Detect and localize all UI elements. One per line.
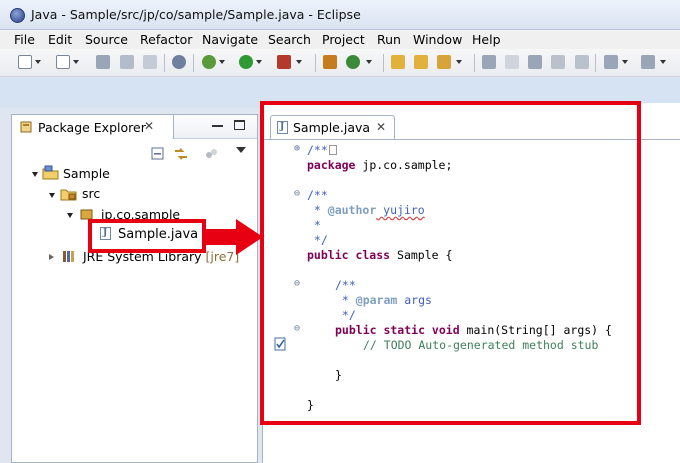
eclipse-icon <box>10 8 25 23</box>
new-icon[interactable] <box>18 55 32 69</box>
close-icon[interactable]: ✕ <box>144 119 154 133</box>
menu-refactor[interactable]: Refactor <box>140 32 192 47</box>
tree-item-src[interactable]: src <box>82 186 100 201</box>
package-twisty[interactable] <box>67 213 73 218</box>
window-title: Java - Sample/src/jp/co/sample/Sample.ja… <box>31 7 361 22</box>
menu-search[interactable]: Search <box>268 32 311 47</box>
menu-edit[interactable]: Edit <box>48 32 72 47</box>
annotation-icon[interactable] <box>482 55 496 69</box>
library-twisty[interactable] <box>49 254 54 260</box>
menu-source[interactable]: Source <box>85 32 128 47</box>
package-explorer-icon <box>20 121 32 133</box>
main-toolbar <box>0 49 680 77</box>
tree-item-sample-java[interactable]: Sample.java <box>118 227 198 242</box>
back-icon[interactable] <box>641 55 655 69</box>
menu-window[interactable]: Window <box>413 32 462 47</box>
next-annotation-icon[interactable] <box>604 55 618 69</box>
print-icon[interactable] <box>143 55 157 69</box>
external-tools-icon[interactable] <box>277 55 291 69</box>
highlight-arrow-head <box>236 219 263 255</box>
package-explorer-view: Package Explorer ✕ Sample src jp.co.samp… <box>11 114 258 463</box>
src-twisty[interactable] <box>49 193 55 198</box>
toggle-mark-icon[interactable] <box>505 55 519 69</box>
block-selection-icon[interactable] <box>528 55 542 69</box>
search-tool-icon[interactable] <box>437 55 451 69</box>
menu-navigate[interactable]: Navigate <box>202 32 258 47</box>
link-editor-icon[interactable] <box>173 146 189 162</box>
debug-icon[interactable] <box>202 55 216 69</box>
menu-run[interactable]: Run <box>377 32 401 47</box>
menu-file[interactable]: File <box>14 32 35 47</box>
tree-item-project[interactable]: Sample <box>63 166 110 181</box>
open-task-icon[interactable] <box>414 55 428 69</box>
source-folder-icon <box>60 189 77 201</box>
library-suffix: [jre7] <box>205 249 240 264</box>
package-explorer-tab-label: Package Explorer <box>38 120 146 135</box>
new-java-project-icon[interactable] <box>323 55 337 69</box>
show-whitespace-icon[interactable] <box>575 55 589 69</box>
open-type-icon[interactable] <box>391 55 405 69</box>
new-wizard-icon[interactable] <box>56 55 70 69</box>
focus-icon[interactable] <box>204 147 218 161</box>
collapse-all-icon[interactable] <box>151 147 165 161</box>
view-menu-icon[interactable] <box>236 147 246 153</box>
new-class-icon[interactable] <box>346 55 360 69</box>
menu-help[interactable]: Help <box>472 32 501 47</box>
minimize-icon[interactable] <box>212 125 223 127</box>
project-twisty[interactable] <box>32 172 38 177</box>
java-file-icon: J <box>100 227 111 240</box>
highlight-box-editor <box>260 101 641 425</box>
skip-breakpoints-icon[interactable] <box>172 55 186 69</box>
project-folder-icon <box>42 165 59 180</box>
save-icon[interactable] <box>96 55 110 69</box>
menu-bar: File Edit Source Refactor Navigate Searc… <box>0 30 680 49</box>
title-bar: Java - Sample/src/jp/co/sample/Sample.ja… <box>0 0 680 30</box>
save-all-icon[interactable] <box>120 55 134 69</box>
library-icon <box>63 251 74 262</box>
maximize-icon[interactable] <box>234 120 245 130</box>
highlight-arrow <box>206 229 238 245</box>
menu-project[interactable]: Project <box>322 32 365 47</box>
run-icon[interactable] <box>239 55 253 69</box>
word-wrap-icon[interactable] <box>551 55 565 69</box>
tab-package-explorer[interactable]: Package Explorer ✕ <box>12 115 174 139</box>
